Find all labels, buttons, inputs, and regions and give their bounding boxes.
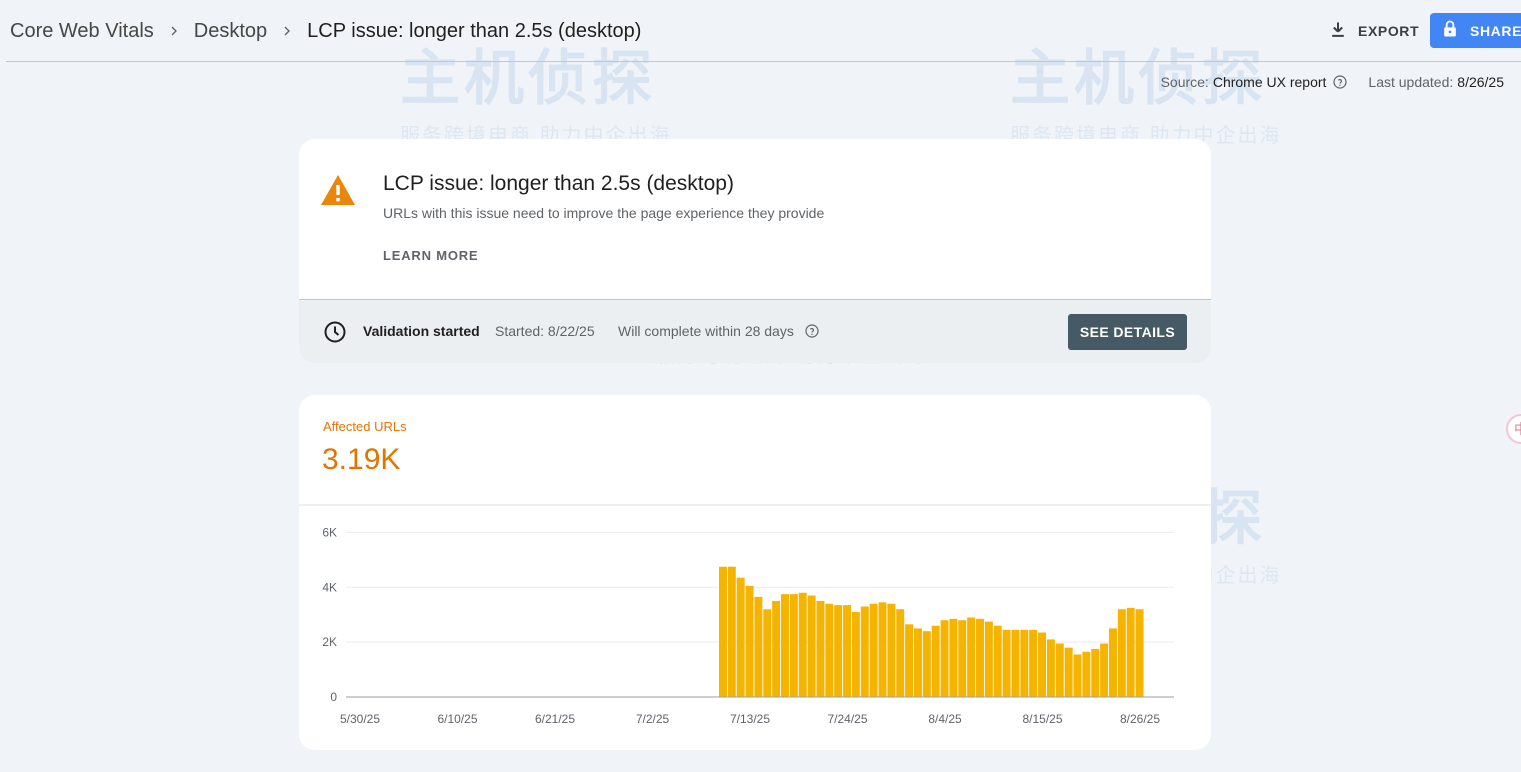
- chart-bar: [754, 596, 763, 697]
- chart-bar: [1002, 629, 1011, 697]
- chart-bar: [736, 577, 745, 697]
- x-tick-label: 8/4/25: [928, 712, 962, 726]
- source-line: Source: Chrome UX report Last updated: 8…: [1161, 74, 1504, 90]
- chart-bar: [1108, 628, 1117, 697]
- y-tick-label: 2K: [322, 635, 337, 649]
- chart-bar: [984, 621, 993, 697]
- learn-more-link[interactable]: LEARN MORE: [383, 248, 478, 263]
- x-tick-label: 7/2/25: [636, 712, 670, 726]
- chart-bar: [993, 625, 1002, 697]
- validation-started: Started: 8/22/25: [495, 323, 595, 339]
- chart-bar: [967, 617, 976, 697]
- chart-bar: [851, 611, 860, 697]
- x-tick-label: 6/21/25: [535, 712, 575, 726]
- chart-bar: [896, 609, 905, 697]
- chart-bar: [1082, 651, 1091, 697]
- chart-bar: [727, 566, 736, 697]
- x-tick-label: 7/24/25: [827, 712, 867, 726]
- chevron-right-icon: [154, 23, 194, 39]
- help-icon[interactable]: [1332, 74, 1348, 90]
- breadcrumb-item-core-web-vitals[interactable]: Core Web Vitals: [10, 20, 154, 43]
- chart-bar: [1055, 643, 1064, 697]
- chart-bar: [745, 585, 754, 697]
- chart-bar: [905, 624, 914, 697]
- chart-bar: [1117, 609, 1126, 697]
- y-tick-label: 0: [330, 690, 337, 704]
- chart-bar: [922, 631, 931, 697]
- issue-subtitle: URLs with this issue need to improve the…: [383, 205, 825, 221]
- chart-bar: [1100, 643, 1109, 697]
- breadcrumb-item-desktop[interactable]: Desktop: [194, 20, 267, 43]
- validation-bar: Validation started Started: 8/22/25 Will…: [299, 299, 1211, 363]
- chart-bar: [825, 603, 834, 697]
- last-updated-label: Last updated:: [1368, 74, 1454, 90]
- share-label: SHARE: [1470, 22, 1521, 39]
- validation-complete-text: Will complete within 28 days: [618, 323, 794, 339]
- chart-bar: [940, 620, 949, 697]
- last-updated-value: 8/26/25: [1457, 74, 1504, 90]
- warning-icon: [321, 175, 355, 205]
- chart-bar: [763, 609, 772, 697]
- breadcrumb: Core Web Vitals Desktop LCP issue: longe…: [10, 18, 641, 44]
- chart-bar: [1073, 654, 1082, 697]
- chart-bar: [789, 594, 798, 697]
- validation-complete: Will complete within 28 days: [618, 323, 820, 339]
- chart-bar: [1029, 629, 1038, 697]
- chart-bar: [931, 625, 940, 697]
- help-icon[interactable]: [804, 323, 820, 339]
- x-tick-label: 8/26/25: [1120, 712, 1160, 726]
- chart-bar: [816, 601, 825, 697]
- chart-card: Affected URLs 3.19K 0 2K 4K 6K 5/30/25 6/10/2…: [299, 395, 1211, 750]
- chart-bar: [781, 594, 789, 697]
- x-tick-label: 7/13/25: [730, 712, 770, 726]
- breadcrumb-item-current: LCP issue: longer than 2.5s (desktop): [307, 19, 642, 42]
- chart-bar: [718, 566, 727, 697]
- chart-bar: [1038, 632, 1047, 697]
- chart-bar: [949, 618, 958, 697]
- chart-bar: [834, 605, 843, 697]
- chart-bar: [1091, 649, 1100, 697]
- chart-bar: [887, 603, 896, 697]
- x-tick-label: 6/10/25: [437, 712, 477, 726]
- chevron-right-icon: [267, 23, 307, 39]
- affected-urls-chart: 0 2K 4K 6K 5/30/25 6/10/25 6/21/25 7/2/25 7/13/2…: [299, 504, 1211, 726]
- side-widget-icon[interactable]: 中: [1506, 414, 1521, 444]
- y-tick-label: 6K: [322, 525, 337, 539]
- chart-bar: [807, 595, 816, 697]
- clock-icon: [324, 321, 346, 343]
- y-tick-label: 4K: [322, 580, 337, 594]
- chart-bar: [843, 605, 852, 697]
- x-tick-label: 5/30/25: [340, 712, 380, 726]
- chart-bar: [976, 618, 984, 697]
- source-label: Source:: [1160, 74, 1209, 90]
- source-value: Chrome UX report: [1212, 74, 1327, 90]
- chart-bar: [772, 601, 781, 697]
- x-tick-label: 8/15/25: [1022, 712, 1062, 726]
- chart-bar: [1135, 609, 1144, 697]
- issue-card: LCP issue: longer than 2.5s (desktop) UR…: [299, 139, 1211, 363]
- chart-bar: [869, 603, 878, 697]
- share-button[interactable]: SHARE: [1430, 13, 1521, 48]
- chart-bar: [860, 606, 869, 697]
- download-icon: [1328, 20, 1348, 43]
- validation-status: Validation started: [363, 323, 480, 339]
- issue-title: LCP issue: longer than 2.5s (desktop): [383, 172, 734, 195]
- top-bar: Core Web Vitals Desktop LCP issue: longe…: [6, 0, 1521, 62]
- chart-bar: [1011, 629, 1020, 697]
- chart-bar: [1020, 629, 1029, 697]
- see-details-button[interactable]: SEE DETAILS: [1068, 314, 1187, 350]
- chart-bar: [878, 602, 887, 697]
- chart-bar: [798, 592, 807, 697]
- lock-icon: [1440, 19, 1460, 42]
- chart-bar: [913, 628, 922, 697]
- chart-bar: [1126, 607, 1135, 697]
- chart-bar: [1046, 639, 1055, 697]
- export-button[interactable]: EXPORT: [1318, 14, 1429, 48]
- chart-bar: [958, 620, 967, 697]
- chart-bar: [1064, 647, 1073, 697]
- export-label: EXPORT: [1358, 23, 1420, 39]
